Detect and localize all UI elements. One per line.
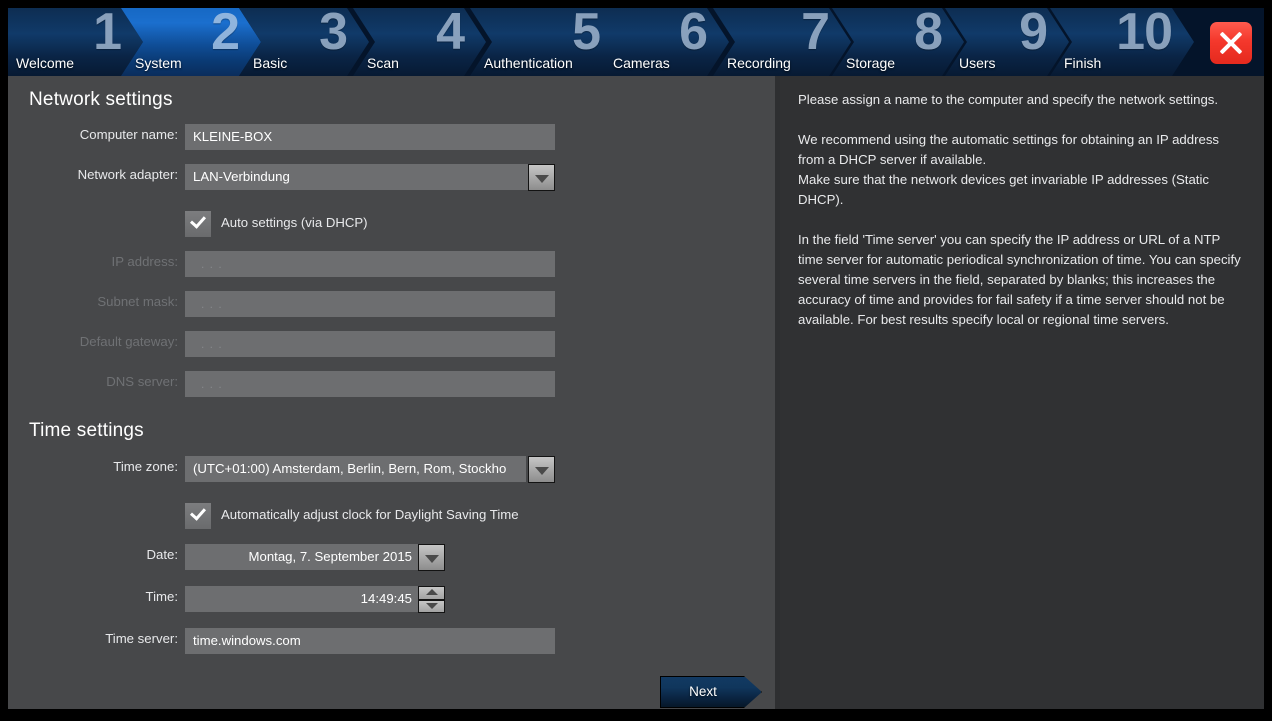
time-server-label: Time server: — [105, 631, 178, 646]
wizard-tab-authentication[interactable]: 5 Authentication — [470, 8, 622, 76]
subnet-mask-row: Subnet mask: — [8, 291, 178, 317]
time-server-input[interactable]: time.windows.com — [185, 628, 555, 654]
wizard-tab-number: 5 — [572, 8, 600, 61]
dst-checkbox-row[interactable]: Automatically adjust clock for Daylight … — [185, 503, 615, 529]
wizard-tab-recording[interactable]: 7 Recording — [713, 8, 851, 76]
help-paragraph: Please assign a name to the computer and… — [798, 92, 1219, 107]
wizard-tab-number: 10 — [1116, 8, 1172, 61]
wizard-tab-label: Cameras — [613, 55, 670, 71]
default-gateway-input[interactable]: . . . — [185, 331, 555, 357]
wizard-tab-label: System — [135, 55, 182, 71]
time-zone-row: Time zone: — [8, 456, 178, 482]
wizard-tab-label: Authentication — [484, 55, 573, 71]
time-row: Time: — [8, 586, 178, 612]
wizard-step-tabbar: 1 Welcome 2 System 3 Basic 4 Scan 5 Auth… — [8, 8, 1264, 76]
dst-label: Automatically adjust clock for Daylight … — [221, 507, 519, 522]
next-button-label: Next — [689, 684, 717, 699]
wizard-tab-label: Finish — [1064, 55, 1102, 71]
computer-name-input[interactable]: KLEINE-BOX — [185, 124, 555, 150]
computer-name-row: Computer name: — [8, 124, 178, 150]
wizard-tab-number: 2 — [211, 8, 239, 61]
wizard-tab-number: 1 — [93, 8, 121, 61]
time-server-row: Time server: — [8, 628, 178, 654]
time-input[interactable]: 14:49:45 — [185, 586, 418, 612]
default-gateway-row: Default gateway: — [8, 331, 178, 357]
default-gateway-label: Default gateway: — [79, 334, 178, 349]
help-paragraph: In the field 'Time server' you can speci… — [798, 232, 1241, 327]
ip-address-label: IP address: — [111, 254, 178, 269]
wizard-tab-number: 9 — [1019, 8, 1047, 61]
time-label: Time: — [145, 589, 178, 604]
date-label: Date: — [146, 547, 178, 562]
auto-dhcp-checkbox[interactable] — [185, 211, 211, 237]
wizard-tab-scan[interactable]: 4 Scan — [353, 8, 486, 76]
chevron-down-icon[interactable] — [528, 456, 555, 483]
date-input[interactable]: Montag, 7. September 2015 — [185, 544, 418, 570]
wizard-tab-label: Users — [959, 55, 996, 71]
ip-address-row: IP address: — [8, 251, 178, 277]
close-icon[interactable] — [1210, 22, 1252, 64]
wizard-tab-label: Recording — [727, 55, 791, 71]
wizard-tab-welcome[interactable]: 1 Welcome — [8, 8, 143, 76]
ip-address-input[interactable]: . . . — [185, 251, 555, 277]
network-settings-heading: Network settings — [29, 89, 173, 110]
dns-server-row: DNS server: — [8, 371, 178, 397]
date-row: Date: — [8, 544, 178, 570]
subnet-mask-label: Subnet mask: — [97, 294, 178, 309]
wizard-tab-finish[interactable]: 10 Finish — [1050, 8, 1194, 76]
help-paragraph: We recommend using the automatic setting… — [798, 132, 1220, 207]
time-zone-label: Time zone: — [113, 459, 178, 474]
dns-server-input[interactable]: . . . — [185, 371, 555, 397]
wizard-tab-label: Welcome — [16, 55, 75, 71]
next-button[interactable]: Next — [660, 676, 762, 708]
dst-checkbox[interactable] — [185, 503, 211, 529]
help-panel: Please assign a name to the computer and… — [780, 76, 1264, 709]
wizard-tab-label: Storage — [846, 55, 896, 71]
wizard-tab-number: 7 — [801, 8, 829, 61]
wizard-tab-label: Scan — [367, 55, 399, 71]
network-adapter-select[interactable]: LAN-Verbindung — [185, 164, 555, 190]
wizard-tab-number: 6 — [679, 8, 707, 61]
auto-dhcp-label: Auto settings (via DHCP) — [221, 215, 368, 230]
check-icon — [189, 504, 207, 521]
wizard-tab-number: 3 — [319, 8, 347, 61]
subnet-mask-input[interactable]: . . . — [185, 291, 555, 317]
wizard-tab-number: 4 — [436, 8, 464, 61]
network-adapter-row: Network adapter: — [8, 164, 178, 190]
time-settings-heading: Time settings — [29, 420, 144, 441]
computer-name-label: Computer name: — [79, 127, 178, 142]
settings-form-panel: Network settings Computer name: KLEINE-B… — [8, 76, 775, 709]
time-stepper[interactable] — [418, 586, 445, 613]
wizard-tab-label: Basic — [253, 55, 288, 71]
wizard-tab-number: 8 — [914, 8, 942, 61]
chevron-down-icon[interactable] — [418, 544, 445, 571]
dns-server-label: DNS server: — [106, 374, 178, 389]
wizard-window: 1 Welcome 2 System 3 Basic 4 Scan 5 Auth… — [8, 8, 1264, 709]
wizard-tab-storage[interactable]: 8 Storage — [832, 8, 964, 76]
time-zone-select[interactable]: (UTC+01:00) Amsterdam, Berlin, Bern, Rom… — [185, 456, 526, 482]
chevron-down-icon[interactable] — [528, 164, 555, 191]
auto-dhcp-checkbox-row[interactable]: Auto settings (via DHCP) — [185, 211, 545, 237]
check-icon — [189, 212, 207, 229]
network-adapter-label: Network adapter: — [77, 167, 178, 182]
